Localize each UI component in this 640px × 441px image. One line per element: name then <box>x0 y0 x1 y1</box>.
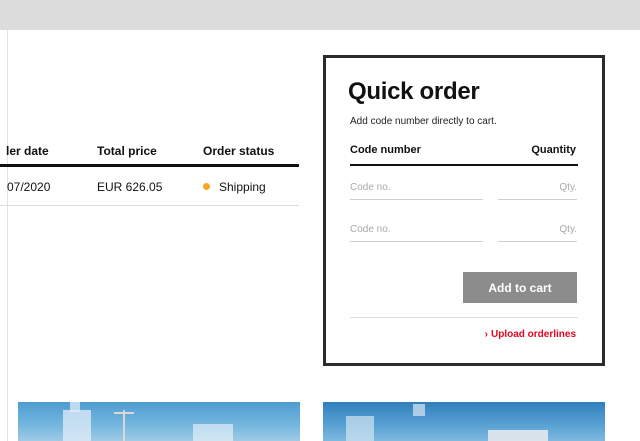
code-input-1[interactable] <box>350 176 483 200</box>
cell-order-status: Shipping <box>203 180 266 194</box>
status-text: Shipping <box>219 180 266 194</box>
promo-image-right[interactable] <box>323 402 605 441</box>
quantity-header: Quantity <box>531 144 576 156</box>
code-input-2[interactable] <box>350 218 483 242</box>
quick-order-panel: Quick order Add code number directly to … <box>323 55 605 366</box>
row-divider <box>0 205 299 206</box>
add-to-cart-button[interactable]: Add to cart <box>463 272 577 303</box>
promo-image-left[interactable] <box>18 402 300 441</box>
quick-order-subtitle: Add code number directly to cart. <box>350 116 497 127</box>
cell-total-price: EUR 626.05 <box>97 180 163 194</box>
upload-orderlines-label: Upload orderlines <box>490 329 576 340</box>
top-banner <box>0 0 640 30</box>
header-order-date: ler date <box>6 144 49 158</box>
upload-orderlines-link[interactable]: › Upload orderlines <box>485 329 576 340</box>
quick-order-title: Quick order <box>348 78 480 105</box>
quantity-input-2[interactable] <box>498 218 577 242</box>
quantity-input-1[interactable] <box>498 176 577 200</box>
status-dot-icon <box>203 183 210 190</box>
cell-order-date: 07/2020 <box>7 180 51 194</box>
header-total-price: Total price <box>97 144 157 158</box>
header-order-status: Order status <box>203 144 275 158</box>
table-header-line <box>0 164 299 167</box>
quick-order-header-line <box>350 164 578 166</box>
content-divider <box>7 30 8 441</box>
chevron-right-icon: › <box>484 329 488 340</box>
code-number-header: Code number <box>350 144 421 156</box>
quick-order-separator <box>350 317 578 318</box>
